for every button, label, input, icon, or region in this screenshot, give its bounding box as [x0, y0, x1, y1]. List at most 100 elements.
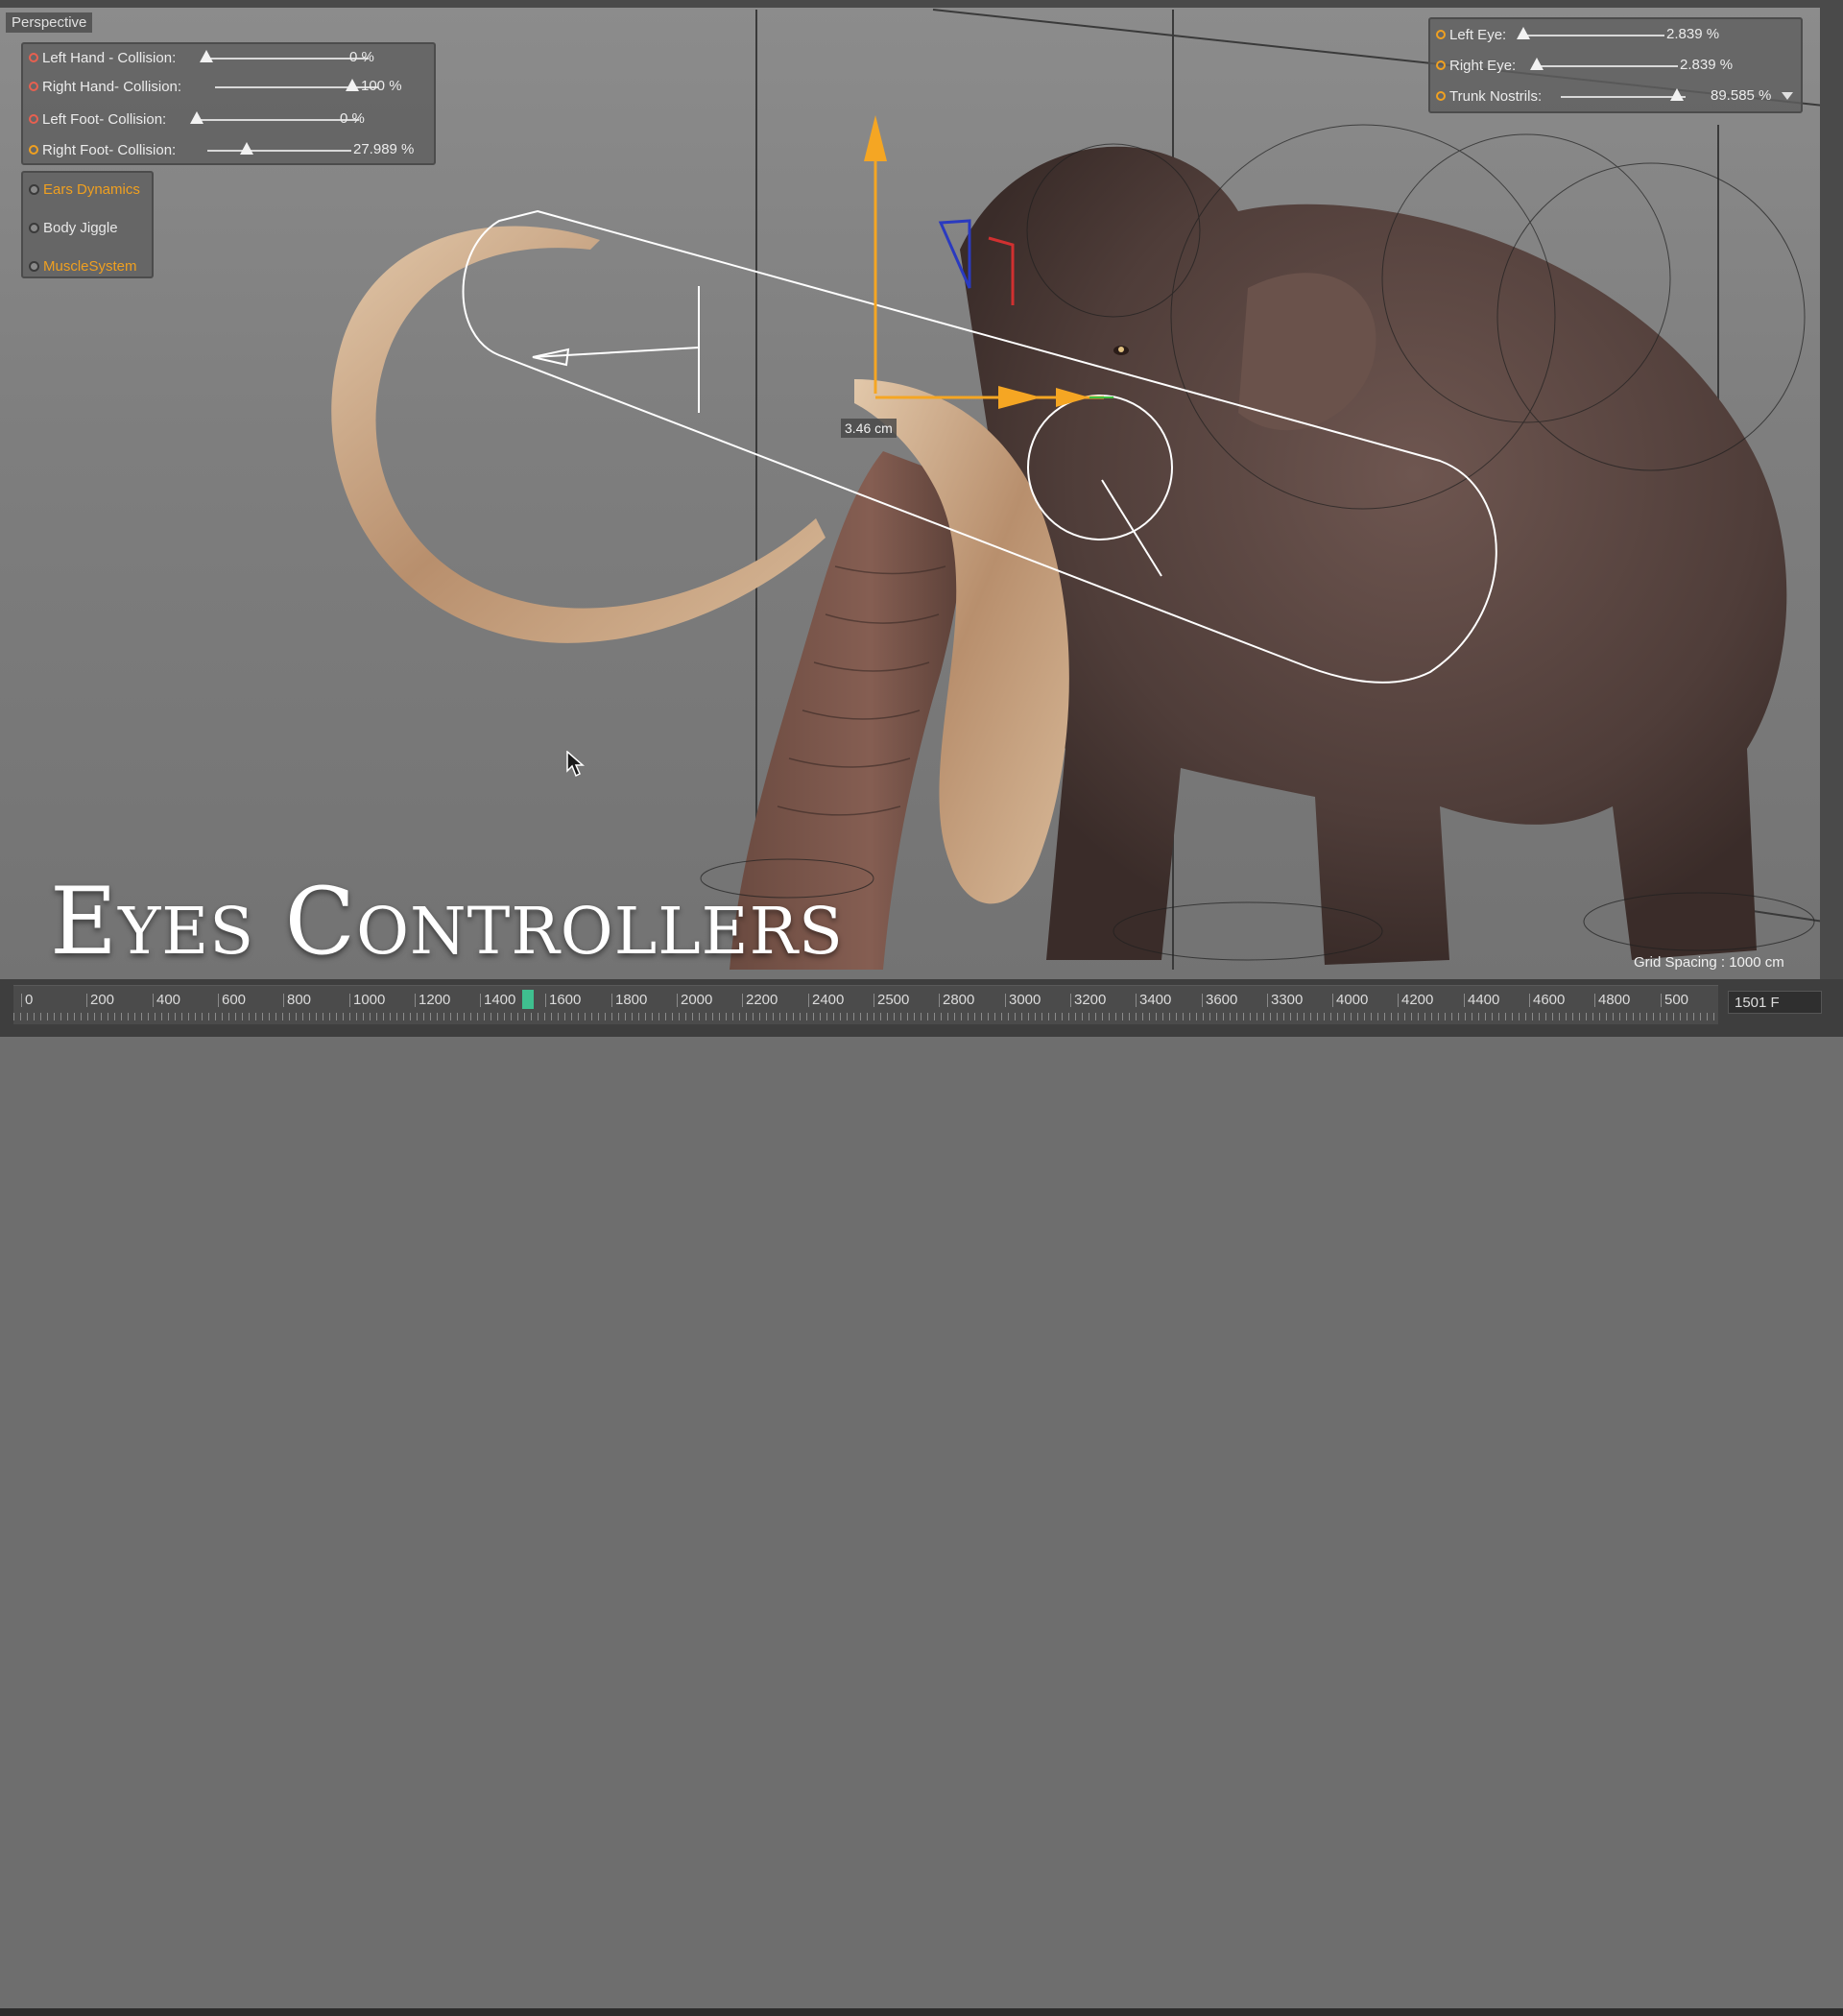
mammoth-body: [960, 146, 1787, 965]
video-title-overlay: Eyes Controllers: [50, 868, 844, 975]
minor-ticks: [13, 1013, 1718, 1020]
timeline-tick: [415, 994, 416, 1007]
timeline-tick-label: 2000: [681, 992, 713, 1008]
3d-viewport[interactable]: Perspective Left Hand - Collision: 0 % R…: [0, 0, 1843, 979]
left-tusk: [331, 226, 826, 643]
slider-thumb[interactable]: [346, 79, 359, 91]
muscle-system-toggle[interactable]: MuscleSystem: [29, 253, 137, 278]
timeline-tick: [808, 994, 809, 1007]
timeline-tick-label: 4400: [1468, 992, 1500, 1008]
timeline-tick-label: 4000: [1336, 992, 1369, 1008]
mouse-pointer-icon: [566, 751, 585, 778]
slider-thumb[interactable]: [190, 111, 203, 124]
timeline-tick-label: 3400: [1139, 992, 1172, 1008]
collision-panel: Left Hand - Collision: 0 % Right Hand- C…: [21, 42, 436, 165]
timeline-tick-label: 800: [287, 992, 312, 1008]
timeline-tick: [1136, 994, 1137, 1007]
toggle-circle-icon[interactable]: [29, 260, 39, 272]
slider-track[interactable]: [1520, 35, 1664, 36]
slider-label: Right Eye:: [1449, 57, 1517, 74]
timeline-ruler[interactable]: 0 200 400 600 800 1000 1200 1400 1600 1800 2000 220…: [13, 985, 1718, 1024]
right-hand-collision-row[interactable]: Right Hand- Collision:: [29, 73, 181, 100]
slider-track[interactable]: [205, 58, 369, 60]
timeline-tick: [349, 994, 350, 1007]
measure-readout: 3.46 cm: [841, 419, 897, 438]
right-side-toolbar: [1820, 0, 1843, 979]
current-frame-field[interactable]: 1501 F: [1728, 991, 1822, 1014]
timeline-tick: [283, 994, 284, 1007]
toggle-label: Ears Dynamics: [43, 180, 140, 198]
timeline-tick: [1594, 994, 1595, 1007]
toggle-circle-icon[interactable]: [29, 183, 39, 195]
timeline-tick-label: 3300: [1271, 992, 1304, 1008]
slider-track[interactable]: [196, 119, 359, 121]
slider-label: Right Foot- Collision:: [42, 141, 177, 158]
timeline-tick: [1529, 994, 1530, 1007]
slider-thumb[interactable]: [1517, 27, 1530, 39]
orange-circle-icon: [29, 145, 38, 155]
timeline-tick: [1332, 994, 1333, 1007]
timeline-tick: [611, 994, 612, 1007]
slider-label: Left Foot- Collision:: [42, 110, 167, 128]
timeline: 0 200 400 600 800 1000 1200 1400 1600 1800 2000 220…: [0, 979, 1843, 2016]
timeline-tick-label: 3000: [1009, 992, 1041, 1008]
timeline-tick-label: 200: [90, 992, 115, 1008]
left-foot-collision-row[interactable]: Left Foot- Collision:: [29, 106, 166, 132]
timeline-tick-label: 1800: [615, 992, 648, 1008]
right-foot-collision-row[interactable]: Right Foot- Collision:: [29, 136, 176, 163]
timeline-tick-label: 4800: [1598, 992, 1631, 1008]
grid-spacing-label: Grid Spacing : 1000 cm: [1634, 954, 1784, 971]
slider-label: Left Hand - Collision:: [42, 49, 177, 66]
timeline-tick-label: 2500: [877, 992, 910, 1008]
timeline-tick-label: 2800: [943, 992, 975, 1008]
timeline-tick-label: 0: [25, 992, 34, 1008]
slider-track[interactable]: [1561, 96, 1686, 98]
timeline-tick-label: 500: [1664, 992, 1689, 1008]
timeline-tick-label: 400: [156, 992, 181, 1008]
slider-thumb[interactable]: [240, 142, 253, 155]
slider-value: 0 %: [340, 110, 365, 127]
timeline-tick-label: 4200: [1401, 992, 1434, 1008]
timeline-tick-label: 3200: [1074, 992, 1107, 1008]
viewport-label[interactable]: Perspective: [6, 12, 93, 33]
dropdown-arrow-icon[interactable]: [1782, 92, 1793, 100]
timeline-tick: [1464, 994, 1465, 1007]
timeline-tick: [153, 994, 154, 1007]
timeline-tick-label: 2200: [746, 992, 778, 1008]
slider-thumb[interactable]: [200, 50, 213, 62]
slider-track[interactable]: [207, 150, 351, 152]
timeline-tick: [742, 994, 743, 1007]
red-circle-icon: [29, 114, 38, 124]
left-hand-collision-row[interactable]: Left Hand - Collision:: [29, 44, 176, 71]
timeline-tick: [21, 994, 22, 1007]
timeline-tick: [1661, 994, 1662, 1007]
slider-track[interactable]: [1534, 65, 1678, 67]
slider-label: Right Hand- Collision:: [42, 78, 182, 95]
playhead[interactable]: [522, 990, 534, 1009]
orange-circle-icon: [1436, 91, 1446, 101]
timeline-tick-label: 1000: [353, 992, 386, 1008]
toggle-circle-icon[interactable]: [29, 222, 39, 233]
timeline-tick: [1005, 994, 1006, 1007]
orange-circle-icon: [1436, 60, 1446, 70]
timeline-tick: [677, 994, 678, 1007]
left-eye-row[interactable]: Left Eye:: [1436, 21, 1506, 48]
timeline-tick: [1202, 994, 1203, 1007]
slider-thumb[interactable]: [1530, 58, 1544, 70]
timeline-tick-label: 1200: [419, 992, 451, 1008]
timeline-tick: [545, 994, 546, 1007]
toggle-label: Body Jiggle: [43, 219, 118, 236]
slider-value: 89.585 %: [1711, 87, 1772, 104]
dynamics-panel: Ears Dynamics Body Jiggle MuscleSystem: [21, 171, 154, 278]
trunk-nostrils-row[interactable]: Trunk Nostrils:: [1436, 83, 1542, 109]
red-circle-icon: [29, 82, 38, 91]
body-jiggle-toggle[interactable]: Body Jiggle: [29, 215, 118, 240]
timeline-tick: [1267, 994, 1268, 1007]
timeline-tick: [939, 994, 940, 1007]
ears-dynamics-toggle[interactable]: Ears Dynamics: [29, 177, 140, 202]
timeline-tick: [218, 994, 219, 1007]
eyes-panel: Left Eye: 2.839 % Right Eye: 2.839 % Tru…: [1428, 17, 1803, 113]
right-eye-row[interactable]: Right Eye:: [1436, 52, 1516, 79]
slider-thumb[interactable]: [1670, 88, 1684, 101]
slider-label: Trunk Nostrils:: [1449, 87, 1543, 105]
